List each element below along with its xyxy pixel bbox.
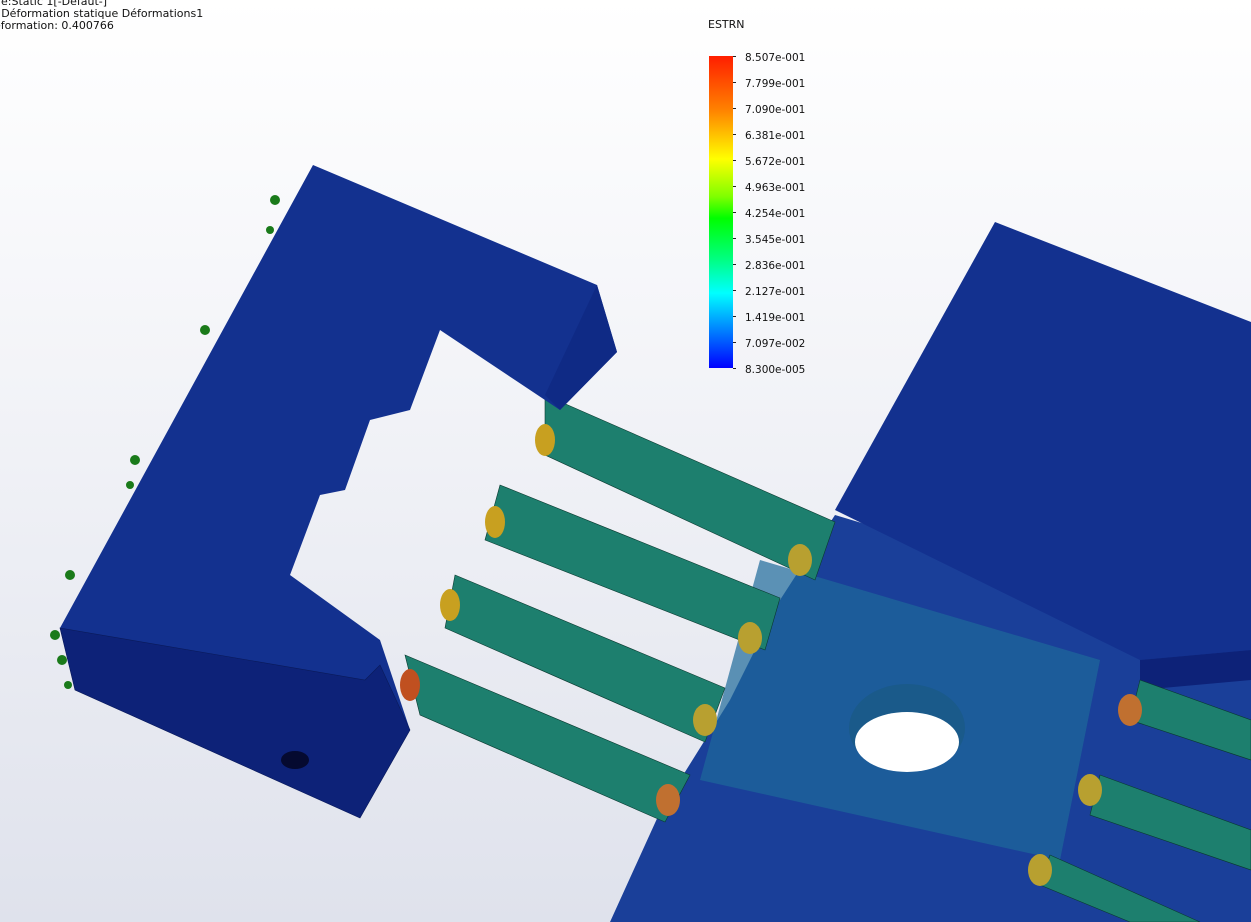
legend-label: 3.545e-001 bbox=[745, 234, 806, 246]
color-legend[interactable]: ESTRN 8.507e-001 7.799e-001 7.090e-001 6.38… bbox=[700, 18, 820, 378]
legend-tick bbox=[733, 82, 736, 83]
legend-label: 7.097e-002 bbox=[745, 338, 806, 350]
legend-tick bbox=[733, 290, 736, 291]
legend-tick bbox=[733, 134, 736, 135]
legend-tick bbox=[733, 264, 736, 265]
deformation-scale: éformation: 0.400766 bbox=[0, 19, 114, 32]
legend-label: 7.090e-001 bbox=[745, 104, 806, 116]
legend-title: ESTRN bbox=[708, 18, 745, 31]
legend-label: 6.381e-001 bbox=[745, 130, 806, 142]
legend-color-bar bbox=[709, 56, 733, 368]
legend-label: 4.254e-001 bbox=[745, 208, 806, 220]
legend-tick bbox=[733, 212, 736, 213]
legend-label: 1.419e-001 bbox=[745, 312, 806, 324]
legend-tick bbox=[733, 368, 736, 369]
model-viewport[interactable] bbox=[0, 0, 1251, 922]
legend-label: 8.507e-001 bbox=[745, 52, 806, 64]
legend-tick bbox=[733, 342, 736, 343]
mount-hole bbox=[281, 751, 309, 769]
legend-tick bbox=[733, 186, 736, 187]
legend-label: 5.672e-001 bbox=[745, 156, 806, 168]
legend-label: 2.836e-001 bbox=[745, 260, 806, 272]
study-info: de:Static 1[-Défaut-]: Déformation stati… bbox=[0, 0, 203, 32]
legend-label: 2.127e-001 bbox=[745, 286, 806, 298]
legend-label: 8.300e-005 bbox=[745, 364, 806, 376]
legend-tick bbox=[733, 56, 736, 57]
legend-label: 4.963e-001 bbox=[745, 182, 806, 194]
legend-tick bbox=[733, 316, 736, 317]
center-hole-opening bbox=[855, 712, 959, 772]
legend-tick bbox=[733, 160, 736, 161]
legend-tick bbox=[733, 238, 736, 239]
legend-label: 7.799e-001 bbox=[745, 78, 806, 90]
legend-tick bbox=[733, 108, 736, 109]
